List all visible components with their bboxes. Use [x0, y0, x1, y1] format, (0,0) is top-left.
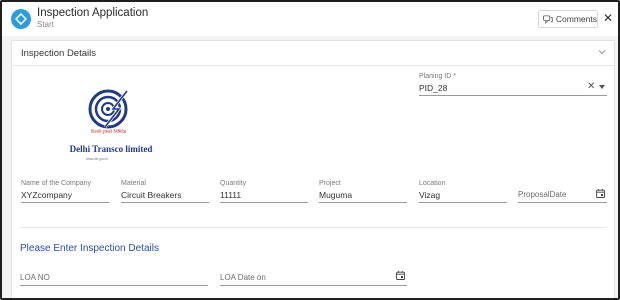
planing-id-underline	[419, 95, 607, 96]
material-value: Circuit Breakers	[121, 190, 182, 200]
caret-down-icon[interactable]	[599, 85, 605, 89]
location-label: Location	[419, 180, 446, 187]
chevron-down-icon[interactable]	[597, 47, 607, 57]
loa-no-underline	[20, 285, 208, 286]
clear-icon[interactable]: ✕	[587, 81, 595, 92]
company-label: Name of the Company	[21, 180, 92, 187]
proposal-date-underline	[518, 202, 607, 203]
location-value: Vizag	[419, 190, 441, 200]
page-subtitle: Start	[37, 20, 54, 29]
proposal-date-field[interactable]: ProposalDate	[518, 189, 607, 204]
project-field[interactable]: Project Muguma	[319, 180, 407, 204]
application-window: Inspection Application Start Comments ✕ …	[0, 0, 620, 300]
project-label: Project	[319, 180, 341, 187]
project-underline	[319, 202, 407, 203]
material-label: Material	[121, 180, 146, 187]
calendar-icon[interactable]	[396, 271, 405, 280]
inspection-details-section: Inspection Details दिल्ली ट्रांस्को लिमि…	[11, 40, 615, 298]
quantity-underline	[220, 202, 308, 203]
close-button[interactable]: ✕	[602, 11, 614, 25]
diamond-icon	[11, 9, 31, 29]
comment-icon	[543, 14, 553, 24]
svg-text:दिल्ली ट्रांस्को लिमिटेड: दिल्ली ट्रांस्को लिमिटेड	[91, 128, 127, 135]
location-underline	[419, 202, 507, 203]
logo-company-name: Delhi Transco limited	[69, 144, 153, 154]
comments-label: Comments	[555, 14, 597, 24]
quantity-label: Quantity	[220, 180, 247, 187]
planing-id-value: PID_28	[419, 83, 448, 93]
company-value: XYZcompany	[21, 190, 73, 200]
company-logo: दिल्ली ट्रांस्को लिमिटेड	[88, 89, 129, 135]
planing-id-select[interactable]: Planing ID * PID_28 ✕	[419, 73, 607, 97]
company-field[interactable]: Name of the Company XYZcompany	[21, 180, 109, 204]
calendar-icon[interactable]	[596, 189, 605, 198]
inspection-heading: Please Enter Inspection Details	[20, 243, 159, 254]
loa-date-field[interactable]: LOA Date on	[220, 271, 407, 287]
quantity-field[interactable]: Quantity 11111	[220, 180, 308, 204]
app-header: Inspection Application Start Comments ✕	[2, 2, 618, 36]
page-title: Inspection Application	[37, 7, 149, 19]
company-underline	[21, 202, 109, 203]
loa-date-placeholder: LOA Date on	[220, 273, 266, 282]
proposal-date-placeholder: ProposalDate	[518, 190, 567, 199]
loa-no-field[interactable]: LOA NO	[20, 273, 208, 287]
material-underline	[121, 202, 209, 203]
inspection-divider	[20, 227, 606, 228]
location-field[interactable]: Location Vizag	[419, 180, 507, 204]
loa-date-underline	[220, 285, 407, 286]
material-field[interactable]: Material Circuit Breakers	[121, 180, 209, 204]
section-divider	[12, 65, 614, 66]
quantity-value: 11111	[220, 190, 242, 200]
comments-button[interactable]: Comments	[538, 10, 598, 28]
planing-id-label: Planing ID *	[419, 73, 456, 80]
loa-no-placeholder: LOA NO	[20, 273, 50, 282]
project-value: Muguma	[319, 190, 353, 200]
section-title: Inspection Details	[21, 48, 96, 59]
logo-website: www.dtl.gov.in	[86, 157, 109, 161]
